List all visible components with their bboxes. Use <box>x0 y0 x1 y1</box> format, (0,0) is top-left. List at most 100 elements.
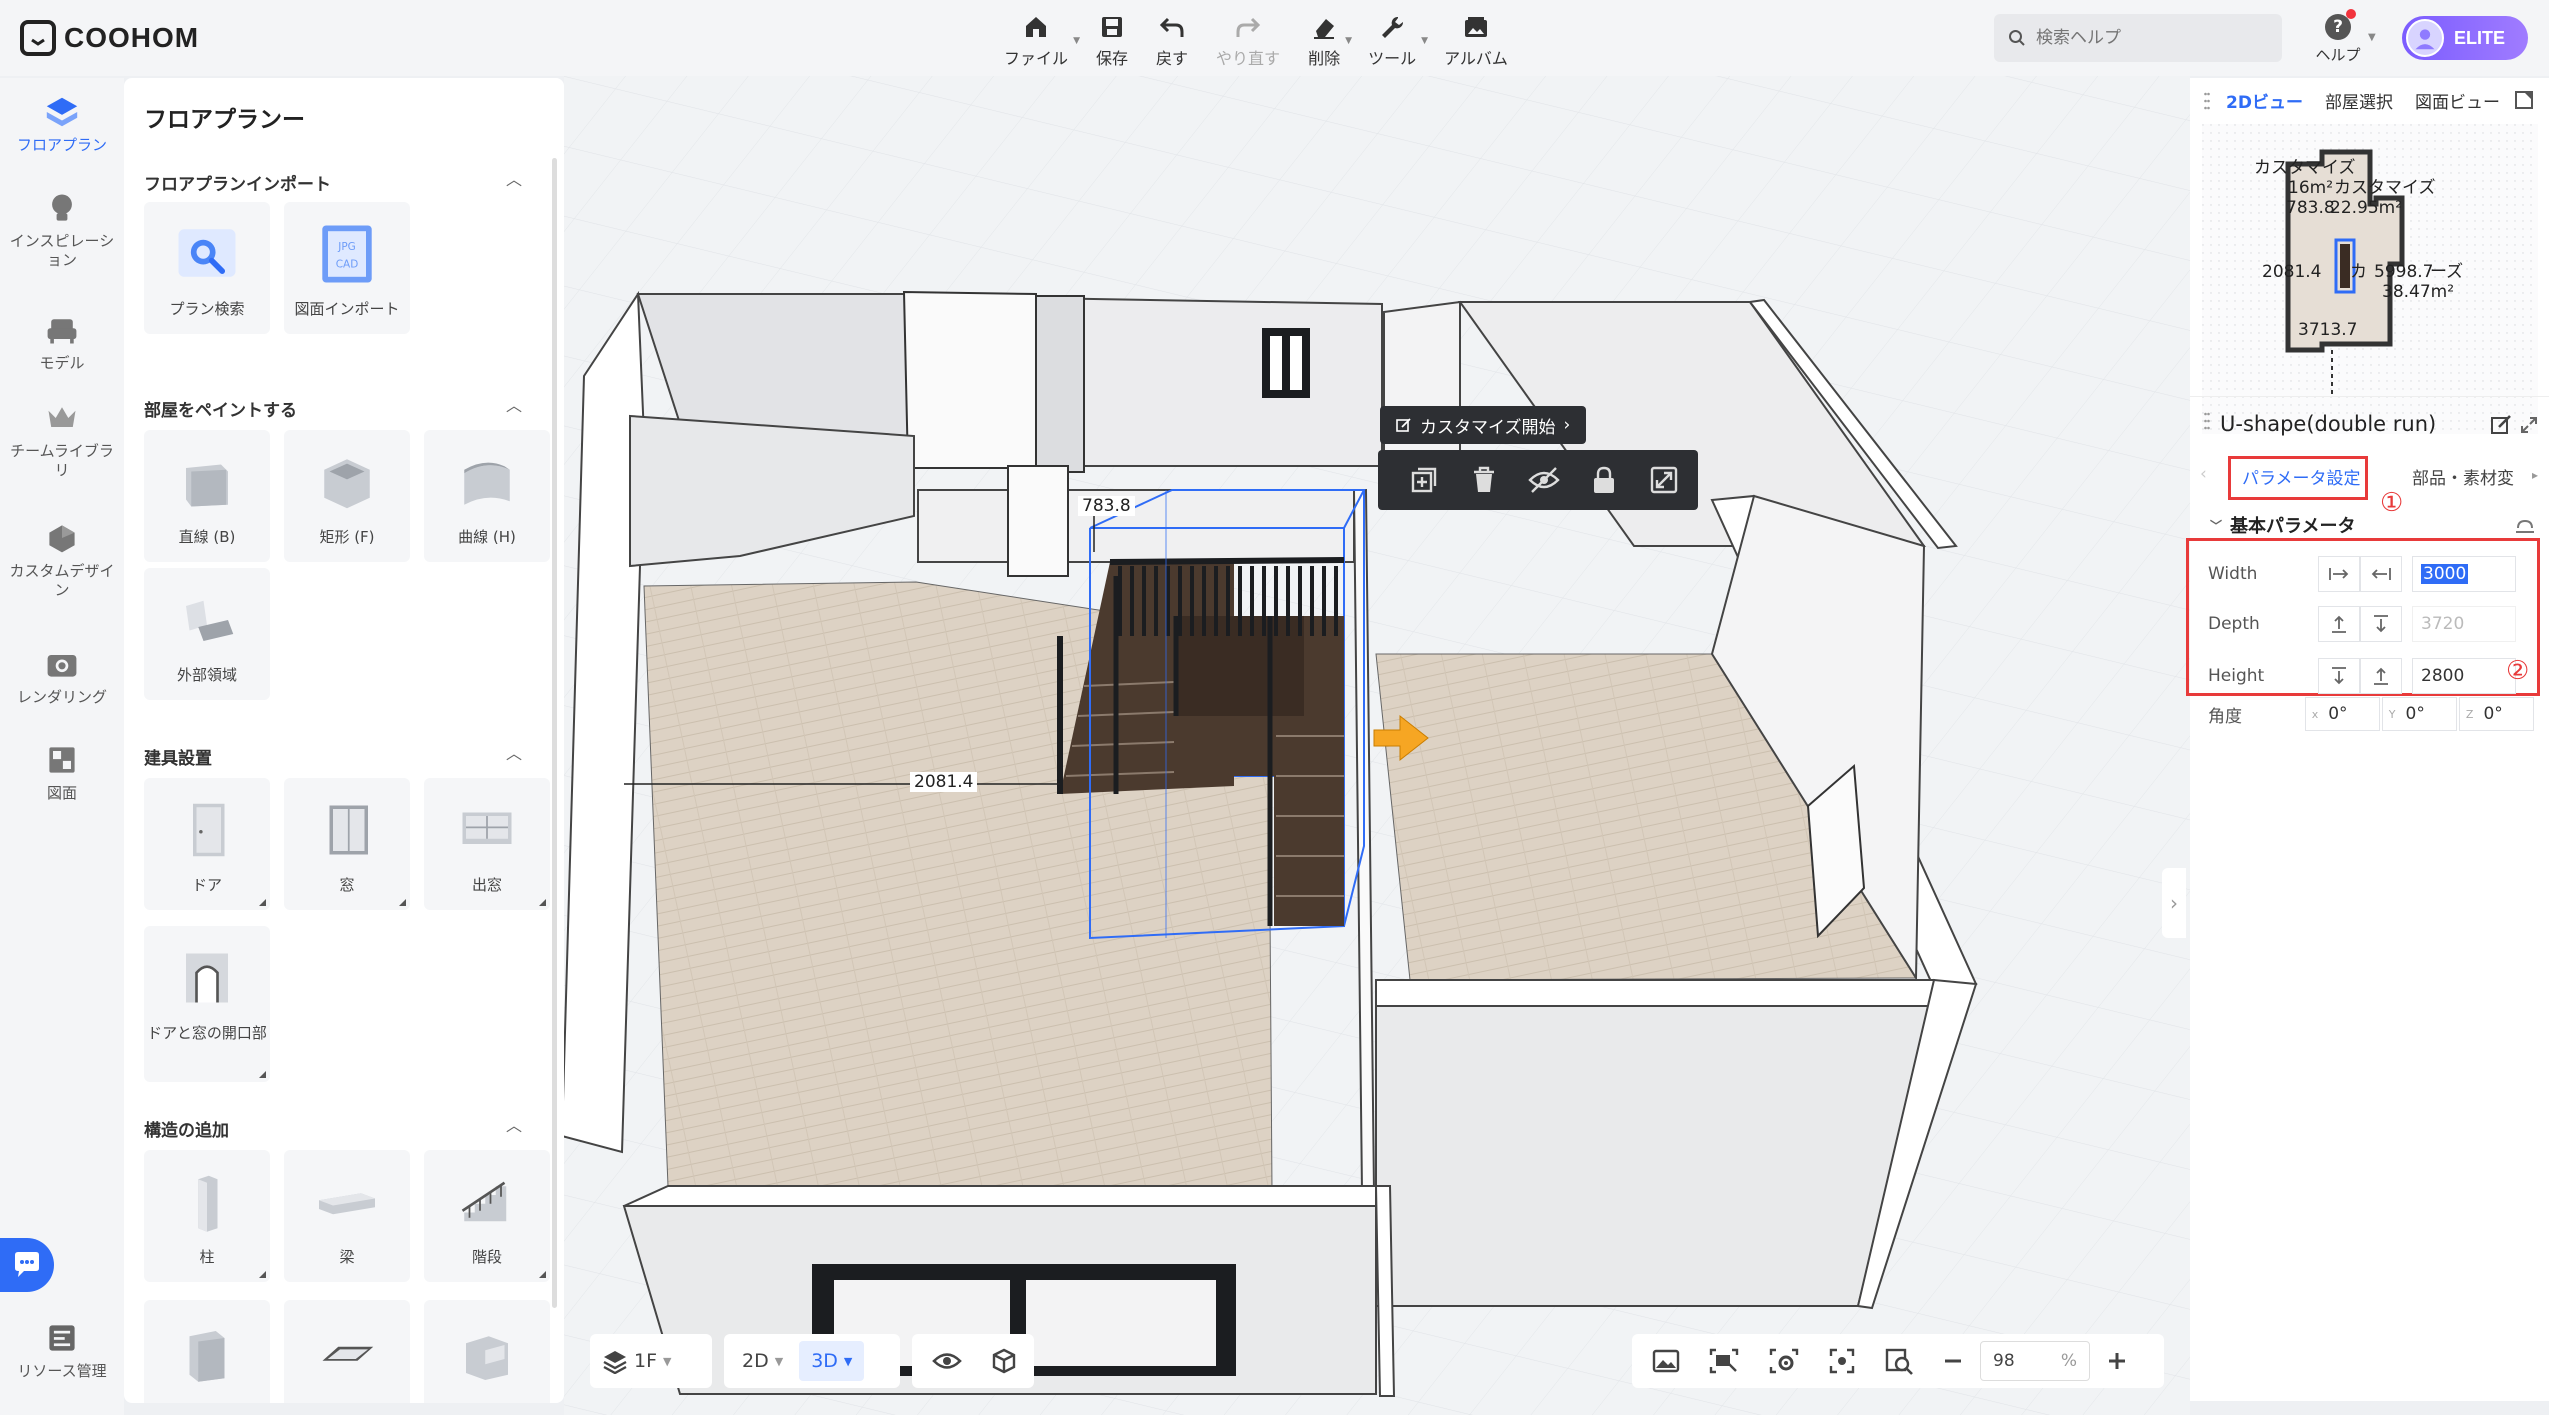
width-input[interactable]: 3000 <box>2412 556 2516 592</box>
tab-2d-view[interactable]: 2Dビュー <box>2226 78 2303 122</box>
undo-icon <box>1156 11 1188 43</box>
group-basic-params[interactable]: ﹀ 基本パラメータ <box>2210 512 2355 538</box>
card-curve-room[interactable]: 曲線 (H) <box>424 430 550 562</box>
search-input[interactable] <box>2036 28 2256 48</box>
height-input[interactable]: 2800 <box>2412 658 2516 694</box>
tools-menu[interactable]: ツール ▼ <box>1354 8 1430 72</box>
view-2d-button[interactable]: 2D ▼ <box>730 1341 795 1381</box>
card-beam[interactable]: 梁 <box>284 1150 410 1282</box>
card-outdoor-area[interactable]: 外部領域 <box>144 568 270 700</box>
undo-button[interactable]: 戻す <box>1142 8 1202 72</box>
rail-item-inspiration[interactable]: インスピレーション <box>0 188 124 270</box>
card-drawing-import[interactable]: JPG CAD 図面インポート <box>284 202 410 334</box>
anchor-top-button[interactable] <box>2318 658 2360 694</box>
rail-item-floorplan[interactable]: フロアプラン <box>0 92 124 155</box>
rail-item-custom-design[interactable]: カスタムデザイン <box>0 518 124 600</box>
card-structure-slab[interactable] <box>284 1300 410 1403</box>
user-menu[interactable]: ELITE <box>2402 16 2528 60</box>
drag-handle-icon[interactable] <box>2204 412 2210 430</box>
angle-z-input[interactable]: Z 0° <box>2458 697 2534 731</box>
card-door[interactable]: ドア <box>144 778 270 910</box>
anchor-right-button[interactable] <box>2360 556 2402 592</box>
zoom-out-button[interactable] <box>1930 1341 1976 1381</box>
rail-item-team-library[interactable]: チームライブラリ <box>0 398 124 480</box>
region-gear-icon <box>1769 1348 1799 1374</box>
param-row-depth: Depth 3720 <box>2206 602 2536 646</box>
focus-button[interactable] <box>1816 1341 1868 1381</box>
rail-item-model[interactable]: モデル <box>0 310 124 373</box>
anchor-bottom-button[interactable] <box>2318 606 2360 642</box>
panel-scrollbar[interactable] <box>552 158 557 1308</box>
zoom-value: 98 <box>1993 1351 2015 1371</box>
3d-viewport[interactable]: 783.8 2081.4 カスタマイズ開始 › 1F ▼ 2D ▼ 3D ▼ 9… <box>564 76 2190 1415</box>
card-stairs[interactable]: 階段 <box>424 1150 550 1282</box>
minimap[interactable]: カスタマイズ 16m² カスタマイズ 783.8 22.95m² 2081.4 … <box>2202 124 2538 434</box>
card-structure-box[interactable] <box>144 1300 270 1403</box>
arch-opening-icon <box>167 938 247 1018</box>
chevron-down-icon[interactable]: ▼ <box>2368 32 2376 43</box>
minimize-panel-icon[interactable] <box>2514 90 2534 110</box>
edit-icon[interactable] <box>2490 414 2512 436</box>
tab-parts-materials[interactable]: 部品・素材変 <box>2412 464 2514 489</box>
region-select-button[interactable] <box>1696 1341 1752 1381</box>
copy-add-icon[interactable] <box>1408 464 1440 496</box>
card-rect-room[interactable]: 矩形 (F) <box>284 430 410 562</box>
card-column[interactable]: 柱 <box>144 1150 270 1282</box>
delete-menu[interactable]: 削除 ▼ <box>1294 8 1354 72</box>
redo-label: やり直す <box>1216 49 1281 68</box>
save-button[interactable]: 保存 <box>1082 8 1142 72</box>
hide-eye-icon[interactable] <box>1528 464 1560 496</box>
card-structure-niche[interactable] <box>424 1300 550 1403</box>
expand-icon[interactable] <box>2520 416 2538 434</box>
zoom-in-button[interactable] <box>2094 1341 2140 1381</box>
group-title: 基本パラメータ <box>2230 516 2356 537</box>
help-button[interactable]: ? ヘルプ <box>2308 8 2368 68</box>
rail-item-rendering[interactable]: レンダリング <box>0 644 124 707</box>
card-bay-window[interactable]: 出窓 <box>424 778 550 910</box>
anchor-top-button[interactable] <box>2360 606 2402 642</box>
visibility-button[interactable] <box>920 1341 974 1381</box>
album-icon <box>1460 11 1492 43</box>
dimension-label[interactable]: 2081.4 <box>910 772 978 792</box>
angle-y-input[interactable]: Y 0° <box>2381 697 2457 731</box>
zoom-input[interactable]: 98 % <box>1980 1341 2090 1381</box>
card-line-room[interactable]: 直線 (B) <box>144 430 270 562</box>
marker-2: ② <box>2506 656 2530 686</box>
collapse-chevron-icon[interactable]: ︿ <box>506 740 522 764</box>
card-plan-search[interactable]: プラン検索 <box>144 202 270 334</box>
snapshot-button[interactable] <box>1640 1341 1692 1381</box>
region-settings-button[interactable] <box>1756 1341 1812 1381</box>
card-window[interactable]: 窓 <box>284 778 410 910</box>
tab-drawing-view[interactable]: 図面ビュー <box>2415 78 2500 122</box>
reset-icon[interactable] <box>2514 518 2536 536</box>
customize-start-button[interactable]: カスタマイズ開始 › <box>1380 406 1587 444</box>
rail-item-resource[interactable]: リソース管理 <box>0 1318 124 1381</box>
help-search[interactable] <box>1994 14 2282 62</box>
collapse-chevron-icon[interactable]: ︿ <box>506 166 522 190</box>
redo-button[interactable]: やり直す <box>1202 8 1294 72</box>
anchor-left-button[interactable] <box>2318 556 2360 592</box>
lock-icon[interactable] <box>1588 464 1620 496</box>
floor-button[interactable]: 1F ▼ <box>590 1341 684 1381</box>
logo[interactable]: COOHOM <box>20 18 199 58</box>
chevron-right-icon[interactable]: ▸ <box>2532 468 2538 482</box>
chat-button[interactable] <box>0 1238 54 1292</box>
tab-room-select[interactable]: 部屋選択 <box>2325 78 2393 122</box>
zoom-fit-button[interactable] <box>1872 1341 1926 1381</box>
floor-selector[interactable]: 1F ▼ <box>590 1334 712 1388</box>
chevron-left-icon[interactable]: ‹ <box>2200 464 2207 484</box>
trash-icon[interactable] <box>1468 464 1500 496</box>
file-menu[interactable]: ファイル ▼ <box>990 8 1082 72</box>
cube-view-button[interactable] <box>978 1341 1030 1381</box>
collapse-chevron-icon[interactable]: ︿ <box>506 392 522 416</box>
angle-x-input[interactable]: x 0° <box>2304 697 2380 731</box>
album-button[interactable]: アルバム <box>1430 8 1522 72</box>
view-3d-button[interactable]: 3D ▼ <box>799 1341 865 1381</box>
collapse-chevron-icon[interactable]: ︿ <box>506 1112 522 1136</box>
dimension-label[interactable]: 783.8 <box>1078 496 1135 516</box>
right-panel-toggle[interactable]: › <box>2162 868 2186 938</box>
anchor-bottom-button[interactable] <box>2360 658 2402 694</box>
fit-view-icon[interactable] <box>1648 464 1680 496</box>
rail-item-drawing[interactable]: 図面 <box>0 740 124 803</box>
card-opening[interactable]: ドアと窓の開口部 <box>144 926 270 1082</box>
